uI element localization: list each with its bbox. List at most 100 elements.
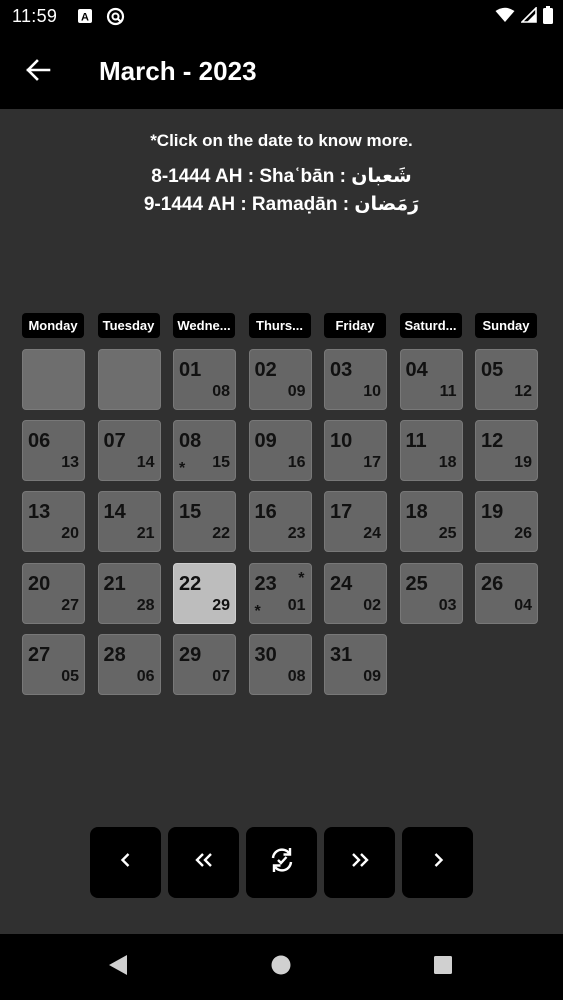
previous-year-button[interactable] xyxy=(168,827,239,898)
day-cell[interactable]: 30 08 xyxy=(248,633,312,695)
day-cell[interactable]: 15 22 xyxy=(173,491,236,553)
hijri-day-number: 29 xyxy=(212,596,230,614)
hijri-day-number: 16 xyxy=(287,454,306,472)
hijri-day-number: 01 xyxy=(287,596,306,614)
hijri-day-number: 18 xyxy=(438,454,457,472)
battery-icon xyxy=(543,5,553,29)
weekday-label: Monday xyxy=(22,313,84,338)
hijri-day-number: 05 xyxy=(61,667,79,685)
empty-day-cell xyxy=(97,349,161,410)
gregorian-day-number: 06 xyxy=(28,430,51,453)
day-cell[interactable]: 02 09 xyxy=(248,349,312,410)
day-cell[interactable]: 24 02 xyxy=(324,562,387,624)
at-sign-icon xyxy=(106,7,125,26)
event-marker: * xyxy=(179,460,186,478)
hijri-day-number: 03 xyxy=(438,596,457,614)
hijri-day-number: 17 xyxy=(363,454,381,472)
day-cell-today[interactable]: 22 29 xyxy=(173,562,236,624)
hijri-day-number: 09 xyxy=(363,667,381,685)
day-cell[interactable]: 26 04 xyxy=(475,562,538,624)
system-navigation-bar xyxy=(0,934,563,1000)
day-cell[interactable]: 21 28 xyxy=(97,562,161,624)
day-cell[interactable]: 17 24 xyxy=(324,491,387,553)
recents-square-icon xyxy=(433,955,453,980)
signal-icon xyxy=(520,5,537,28)
day-cell[interactable]: 01 08 xyxy=(173,349,236,410)
gregorian-day-number: 22 xyxy=(179,572,202,595)
hijri-day-number: 14 xyxy=(136,454,155,472)
day-cell[interactable]: 03 10 xyxy=(324,349,387,410)
weekday-label: Thurs... xyxy=(248,313,311,338)
day-cell[interactable]: 11 18 xyxy=(399,420,463,482)
day-cell[interactable]: 05 12 xyxy=(475,349,538,410)
empty-day-cell xyxy=(22,349,85,410)
gregorian-day-number: 13 xyxy=(28,501,51,524)
system-recents-button[interactable] xyxy=(413,934,473,1000)
gregorian-day-number: 08 xyxy=(179,430,202,453)
calendar-grid: 01 08 02 09 03 10 04 11 05 12 06 13 07 14 08 15 * 09 16 10 1… xyxy=(22,349,538,695)
weekday-label: Wedne... xyxy=(173,313,235,338)
system-back-button[interactable] xyxy=(88,934,148,1000)
refresh-icon xyxy=(267,845,297,880)
status-bar: 11:59 A xyxy=(0,0,563,36)
gregorian-day-number: 18 xyxy=(405,501,428,524)
gregorian-day-number: 12 xyxy=(481,430,504,453)
day-cell[interactable]: 07 14 xyxy=(97,420,161,482)
hijri-day-number: 02 xyxy=(363,596,381,614)
hijri-day-number: 15 xyxy=(212,454,230,472)
svg-text:A: A xyxy=(81,12,89,24)
hijri-day-number: 19 xyxy=(514,454,532,472)
day-cell[interactable]: 18 25 xyxy=(399,491,463,553)
day-cell[interactable]: 31 09 xyxy=(324,633,387,695)
a-box-icon: A xyxy=(77,8,93,24)
day-cell[interactable]: 25 03 xyxy=(399,562,463,624)
day-cell[interactable]: 04 11 xyxy=(399,349,463,410)
gregorian-day-number: 02 xyxy=(254,359,277,381)
hijri-day-number: 20 xyxy=(61,525,79,543)
chevron-right-icon xyxy=(428,850,448,875)
system-home-button[interactable] xyxy=(251,934,311,1000)
day-cell[interactable]: 28 06 xyxy=(97,633,161,695)
app-bar: March - 2023 xyxy=(0,36,563,109)
hijri-day-number: 04 xyxy=(514,596,532,614)
gregorian-day-number: 11 xyxy=(405,430,427,453)
gregorian-day-number: 16 xyxy=(254,501,277,524)
day-cell[interactable]: 13 20 xyxy=(22,491,85,553)
month-navigation xyxy=(0,827,563,899)
gregorian-day-number: 09 xyxy=(254,430,277,453)
double-chevron-left-icon xyxy=(192,850,216,875)
event-marker: * xyxy=(298,569,305,587)
gregorian-day-number: 10 xyxy=(330,430,353,453)
weekday-label: Tuesday xyxy=(97,313,160,338)
day-cell[interactable]: 20 27 xyxy=(22,562,85,624)
gregorian-day-number: 25 xyxy=(405,572,428,595)
day-cell[interactable]: 09 16 xyxy=(248,420,312,482)
status-time: 11:59 xyxy=(12,6,58,26)
day-cell[interactable]: 16 23 xyxy=(248,491,312,553)
previous-month-button[interactable] xyxy=(90,827,161,898)
hijri-day-number: 06 xyxy=(136,667,155,685)
day-cell[interactable]: 08 15 * xyxy=(173,420,236,482)
gregorian-day-number: 26 xyxy=(481,572,504,595)
day-cell[interactable]: 10 17 xyxy=(324,420,387,482)
refresh-button[interactable] xyxy=(246,827,317,898)
day-cell[interactable]: 12 19 xyxy=(475,420,538,482)
day-cell[interactable]: 27 05 xyxy=(22,633,85,695)
day-cell[interactable]: 19 26 xyxy=(475,491,538,553)
day-cell[interactable]: 29 07 xyxy=(173,633,236,695)
hijri-day-number: 13 xyxy=(61,454,79,472)
gregorian-day-number: 27 xyxy=(28,643,51,666)
hijri-day-number: 10 xyxy=(363,383,381,400)
back-button[interactable] xyxy=(20,54,56,90)
gregorian-day-number: 03 xyxy=(330,359,353,381)
chevron-left-icon xyxy=(116,850,136,875)
next-year-button[interactable] xyxy=(324,827,395,898)
hijri-day-number: 23 xyxy=(287,525,306,543)
double-chevron-right-icon xyxy=(348,850,372,875)
day-cell[interactable]: 23 01 * * xyxy=(248,562,312,624)
next-month-button[interactable] xyxy=(402,827,473,898)
day-cell[interactable]: 06 13 xyxy=(22,420,85,482)
day-cell[interactable]: 14 21 xyxy=(97,491,161,553)
status-icons xyxy=(495,5,553,29)
hijri-month-line-2: 9-1444 AH : Ramaḍān : رَمَضان xyxy=(143,194,420,215)
